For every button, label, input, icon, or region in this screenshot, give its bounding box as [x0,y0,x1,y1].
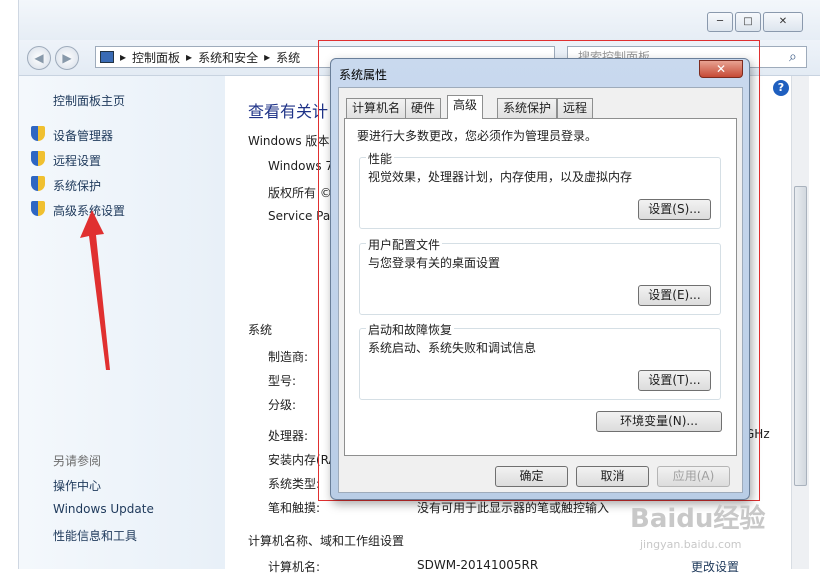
cancel-button[interactable]: 取消 [576,466,649,487]
help-icon[interactable]: ? [773,80,789,96]
apply-button[interactable]: 应用(A) [657,466,730,487]
shield-icon [31,201,45,216]
computer-section-title: 计算机名称、域和工作组设置 [248,534,405,548]
breadcrumb-control-panel[interactable]: 控制面板 [132,49,180,66]
sidebar-item-protection[interactable]: 系统保护 [53,177,101,194]
environment-variables-button[interactable]: 环境变量(N)... [596,411,722,432]
computer-name-value: SDWM-20141005RR [417,558,539,572]
user-profiles-group-title: 用户配置文件 [366,236,443,253]
manufacturer-label: 制造商: [268,350,309,364]
sidebar-link-windows-update[interactable]: Windows Update [53,502,154,516]
sidebar-home-link[interactable]: 控制面板主页 [53,92,125,109]
startup-recovery-group: 启动和故障恢复 系统启动、系统失败和调试信息 设置(T)... [359,321,721,400]
search-icon[interactable]: ⌕ [789,49,797,65]
shield-icon [31,176,45,191]
ok-button[interactable]: 确定 [495,466,568,487]
breadcrumb-separator: ▸ [186,50,193,64]
sidebar-link-action-center[interactable]: 操作中心 [53,477,101,494]
pen-touch-value: 没有可用于此显示器的笔或触控输入 [417,501,610,515]
tab-hardware[interactable]: 硬件 [405,98,442,118]
breadcrumb-separator: ▸ [120,50,127,64]
forward-button[interactable]: ▶ [55,46,79,70]
computer-icon [100,51,114,63]
shield-icon [31,126,45,141]
breadcrumb-separator: ▸ [264,50,271,64]
rating-label: 分级: [268,398,297,412]
user-profiles-group-desc: 与您登录有关的桌面设置 [368,256,501,270]
performance-group-desc: 视觉效果，处理器计划，内存使用，以及虚拟内存 [368,170,633,184]
sidebar-link-performance[interactable]: 性能信息和工具 [53,527,137,544]
baidu-watermark-url: jingyan.baidu.com [640,538,742,551]
system-type-label: 系统类型: [268,477,321,491]
tab-advanced[interactable]: 高级 [447,95,484,119]
dialog-title: 系统属性 [339,68,388,82]
model-label: 型号: [268,374,297,388]
startup-recovery-group-desc: 系统启动、系统失败和调试信息 [368,341,537,355]
window-close-button[interactable]: ✕ [763,12,803,32]
tab-system-protection[interactable]: 系统保护 [497,98,558,118]
computer-name-label: 计算机名: [268,560,321,574]
dialog-body: 计算机名 硬件 高级 系统保护 远程 要进行大多数更改，您必须作为管理员登录。 … [338,87,743,493]
performance-settings-button[interactable]: 设置(S)... [638,199,711,220]
shield-icon [31,151,45,166]
scrollbar-thumb[interactable] [794,186,807,486]
dialog-close-button[interactable]: ✕ [699,60,743,78]
back-button[interactable]: ◀ [27,46,51,70]
sidebar-item-remote[interactable]: 远程设置 [53,152,101,169]
window-titlebar: ─ □ ✕ [19,0,820,40]
sidebar: 控制面板主页 设备管理器 远程设置 系统保护 高级系统设置 另请参阅 操作中心 … [19,76,225,569]
minimize-button[interactable]: ─ [707,12,733,32]
breadcrumb-system-security[interactable]: 系统和安全 [198,49,258,66]
advanced-tab-panel: 要进行大多数更改，您必须作为管理员登录。 性能 视觉效果，处理器计划，内存使用，… [344,118,737,456]
pen-touch-label: 笔和触摸: [268,501,321,515]
performance-group: 性能 视觉效果，处理器计划，内存使用，以及虚拟内存 设置(S)... [359,150,721,229]
performance-group-title: 性能 [366,150,395,167]
annotation-arrow [80,210,110,370]
see-also-heading: 另请参阅 [53,454,102,468]
scrollbar[interactable] [791,76,809,569]
admin-note: 要进行大多数更改，您必须作为管理员登录。 [357,129,598,143]
baidu-watermark-logo: Baidu经验 [630,504,766,534]
tab-computer-name[interactable]: 计算机名 [346,98,407,118]
user-profiles-group: 用户配置文件 与您登录有关的桌面设置 设置(E)... [359,236,721,315]
startup-recovery-group-title: 启动和故障恢复 [366,321,455,338]
page-title: 查看有关计 [248,102,329,121]
maximize-button[interactable]: □ [735,12,761,32]
processor-label: 处理器: [268,429,309,443]
change-settings-link[interactable]: 更改设置 [691,558,739,575]
tab-remote[interactable]: 远程 [557,98,594,118]
system-section-title: 系统 [248,323,273,337]
breadcrumb-system[interactable]: 系统 [276,49,300,66]
system-properties-dialog: 系统属性 ✕ 计算机名 硬件 高级 系统保护 远程 要进行大多数更改，您必须作为… [330,58,750,500]
user-profiles-settings-button[interactable]: 设置(E)... [638,285,711,306]
startup-recovery-settings-button[interactable]: 设置(T)... [638,370,711,391]
sidebar-item-device-manager[interactable]: 设备管理器 [53,127,113,144]
